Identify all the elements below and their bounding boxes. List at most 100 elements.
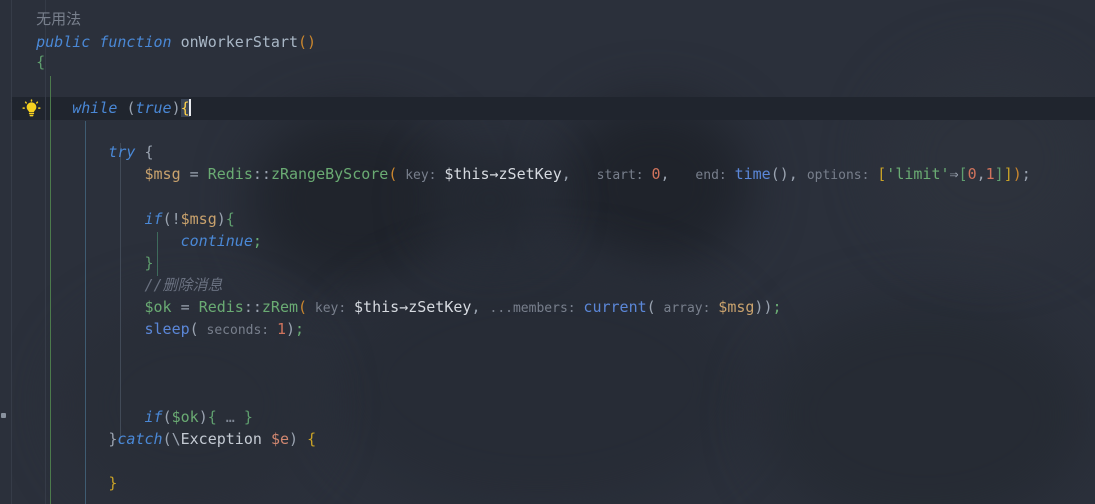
- line-usage-hint[interactable]: 无用法: [0, 8, 81, 31]
- line-comment-delete[interactable]: //删除消息: [0, 274, 223, 297]
- code-token: ;: [295, 320, 305, 338]
- code-token: }: [0, 474, 118, 492]
- code-token: 无用法: [0, 10, 82, 28]
- code-token: zSetKey: [498, 165, 562, 183]
- code-token: (: [189, 320, 199, 338]
- code-token: (: [646, 298, 656, 316]
- code-token: {: [225, 210, 235, 228]
- code-token: options:: [806, 168, 878, 183]
- code-token: 0: [967, 165, 977, 183]
- code-token: [: [958, 165, 968, 183]
- code-token: {: [307, 430, 317, 448]
- code-token: start:: [588, 168, 652, 183]
- code-token: =: [189, 165, 208, 183]
- code-token: end:: [687, 168, 735, 183]
- line-catch[interactable]: }catch(\Exception $e) {: [0, 428, 316, 451]
- code-token: ...members:: [489, 301, 584, 316]
- text-caret: [188, 99, 191, 116]
- code-token: 1: [276, 320, 286, 338]
- code-token: array:: [655, 301, 719, 316]
- line-zrem[interactable]: $ok = Redis::zRem( key: $this→zSetKey, .…: [0, 296, 782, 319]
- code-token: (): [298, 33, 317, 51]
- code-token: ): [286, 320, 296, 338]
- line-if-not-msg[interactable]: if(!$msg){: [0, 208, 235, 231]
- code-token: $ok: [171, 408, 199, 426]
- code-token: 0: [651, 165, 661, 183]
- code-token: current: [583, 298, 647, 316]
- code-token: →: [399, 298, 409, 316]
- code-token: ,: [471, 298, 490, 316]
- line-zrangebyscore[interactable]: $msg = Redis::zRangeByScore( key: $this→…: [0, 163, 1031, 186]
- code-token: time: [734, 165, 771, 183]
- code-token: ]: [994, 165, 1004, 183]
- code-token: ;: [772, 298, 782, 316]
- code-token: ): [198, 408, 208, 426]
- code-token: ]: [1003, 165, 1013, 183]
- code-token: …: [225, 408, 235, 426]
- code-token: ⇒: [949, 165, 959, 183]
- code-token: }: [0, 430, 118, 448]
- line-while[interactable]: while (true){: [0, 97, 191, 120]
- code-token: //删除消息: [0, 276, 223, 294]
- code-token: (: [298, 298, 308, 316]
- code-token: try: [0, 143, 145, 161]
- code-token: seconds:: [198, 323, 277, 338]
- code-token: public function: [0, 33, 181, 51]
- code-token: ;: [252, 232, 262, 250]
- code-token: ,: [788, 165, 807, 183]
- code-token: Redis: [207, 165, 253, 183]
- code-token: ): [1012, 165, 1022, 183]
- code-token: {: [0, 53, 46, 71]
- code-token: zRem: [261, 298, 299, 316]
- code-token: key:: [397, 168, 445, 183]
- code-token: Exception: [180, 430, 271, 448]
- line-close-if[interactable]: }: [0, 252, 154, 275]
- code-token: true: [135, 99, 172, 117]
- code-token: {: [144, 143, 154, 161]
- code-token: $this: [354, 298, 400, 316]
- code-token: ::: [243, 298, 262, 316]
- code-token: Redis: [198, 298, 244, 316]
- code-token: ,: [561, 165, 589, 183]
- code-token: )): [754, 298, 773, 316]
- code-editor-window[interactable]: 无用法 public function onWorkerStart() { wh…: [0, 0, 1095, 504]
- line-continue[interactable]: continue;: [0, 230, 262, 253]
- code-token: sleep: [0, 320, 190, 338]
- line-close-catch[interactable]: }: [0, 472, 117, 495]
- code-content[interactable]: 无用法 public function onWorkerStart() { wh…: [0, 0, 1095, 504]
- code-token: onWorkerStart: [180, 33, 299, 51]
- code-token: (!: [162, 210, 181, 228]
- code-token: $msg: [718, 298, 755, 316]
- code-token: =: [180, 298, 199, 316]
- code-token: {: [207, 408, 226, 426]
- line-if-ok-folded[interactable]: if($ok){ … }: [0, 406, 252, 429]
- code-token: if: [0, 210, 163, 228]
- code-token: ,: [660, 165, 688, 183]
- line-sleep[interactable]: sleep( seconds: 1);: [0, 318, 304, 341]
- code-token: zSetKey: [408, 298, 472, 316]
- code-token: continue: [0, 232, 253, 250]
- code-token: }: [0, 254, 154, 272]
- code-token: if: [0, 408, 163, 426]
- line-try[interactable]: try {: [0, 141, 154, 164]
- code-token: [: [877, 165, 887, 183]
- code-token: $e: [270, 430, 289, 448]
- code-token: →: [489, 165, 499, 183]
- code-token: (): [770, 165, 789, 183]
- code-token: key:: [307, 301, 355, 316]
- code-token: while: [0, 99, 127, 117]
- code-token: ::: [252, 165, 271, 183]
- code-token: (\: [162, 430, 181, 448]
- code-token: ;: [1021, 165, 1031, 183]
- code-token: catch: [117, 430, 163, 448]
- code-token: ): [289, 430, 308, 448]
- code-token: 1: [985, 165, 995, 183]
- code-token: $msg: [180, 210, 217, 228]
- line-signature[interactable]: public function onWorkerStart(): [0, 31, 316, 54]
- code-token: 'limit': [886, 165, 950, 183]
- code-token: zRangeByScore: [270, 165, 389, 183]
- line-open-brace[interactable]: {: [0, 51, 45, 74]
- code-token: (: [162, 408, 172, 426]
- code-token: $msg: [0, 165, 190, 183]
- code-token: ): [171, 99, 181, 117]
